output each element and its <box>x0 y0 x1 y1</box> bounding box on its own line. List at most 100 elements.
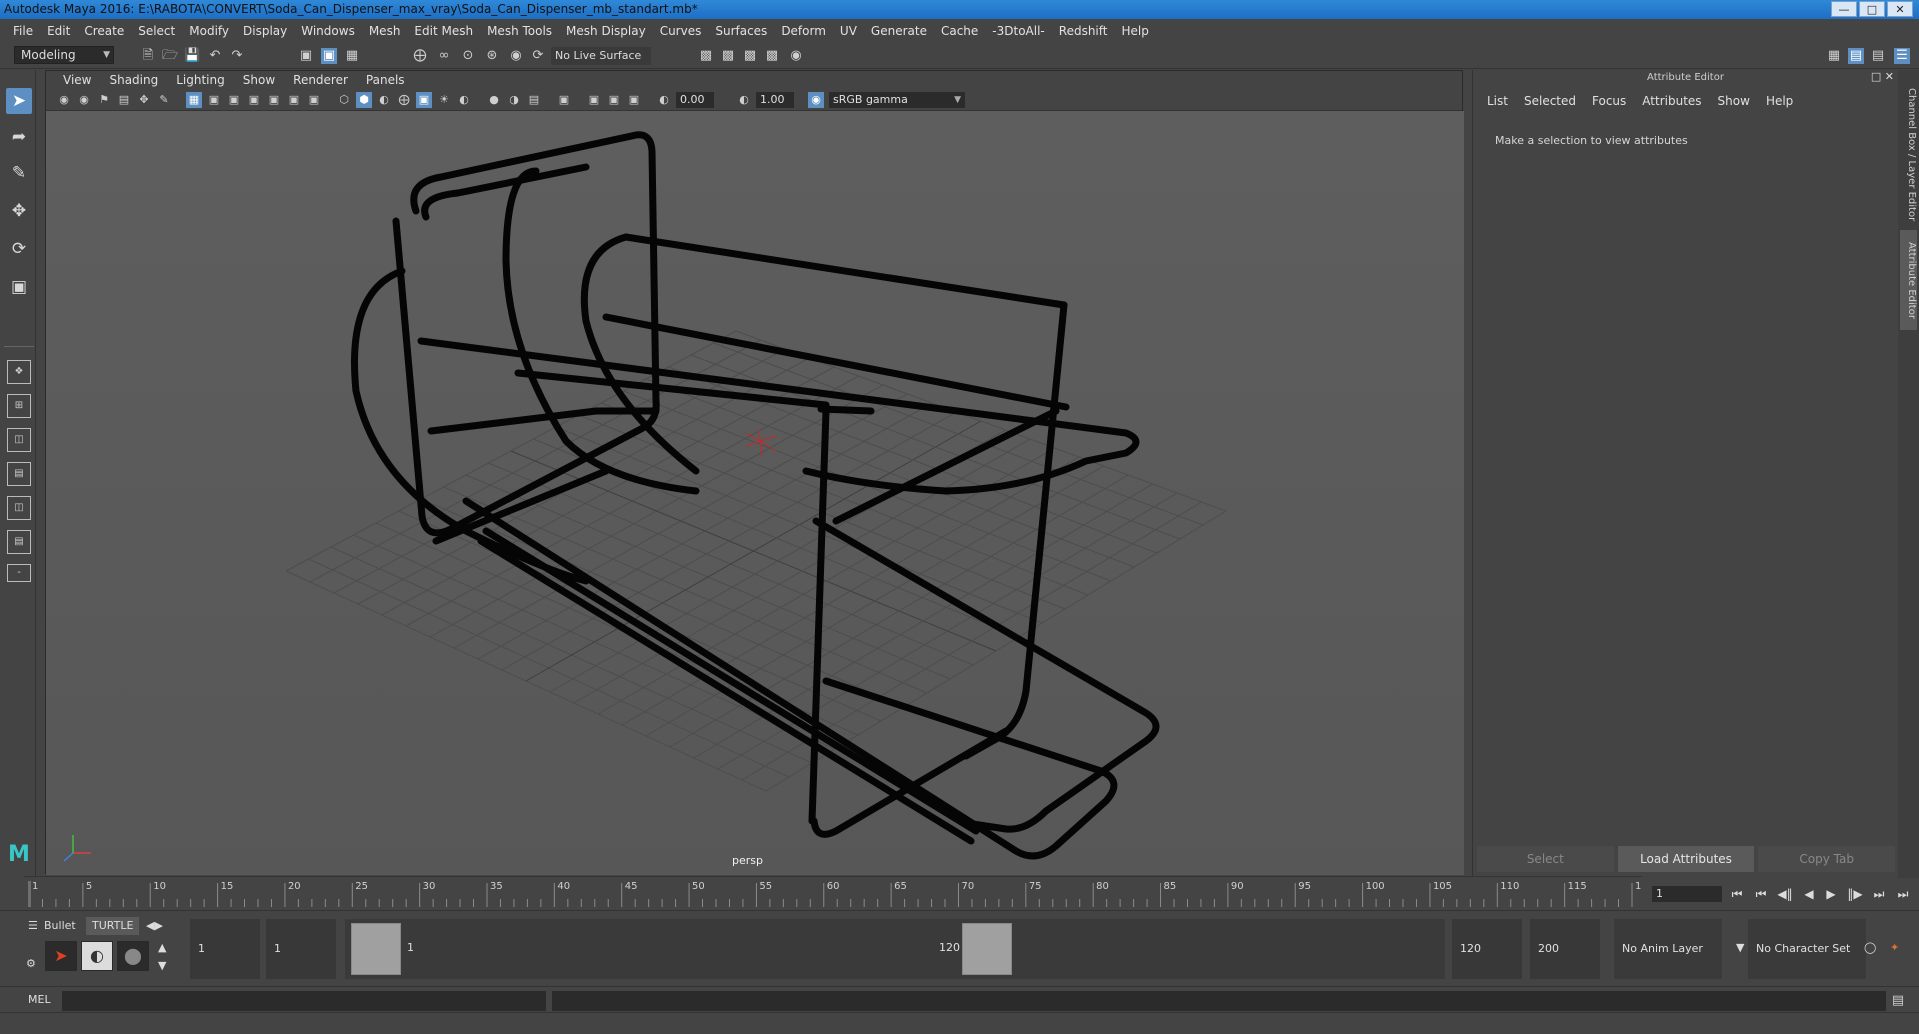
wireframe-icon[interactable]: ⬡ <box>336 92 352 108</box>
shelf-tab-bullet[interactable]: Bullet <box>38 917 82 935</box>
menu-edit[interactable]: Edit <box>40 24 77 38</box>
motion-blur-icon[interactable]: ◑ <box>506 92 522 108</box>
menu-surfaces[interactable]: Surfaces <box>708 24 774 38</box>
rotate-tool-icon[interactable]: ⟳ <box>6 236 32 262</box>
auto-key-icon[interactable]: ◯ <box>1858 939 1882 957</box>
render-settings-icon[interactable]: ▩ <box>698 48 714 64</box>
range-end-handle[interactable] <box>962 923 1012 975</box>
xray-joints-icon[interactable]: ▣ <box>586 92 602 108</box>
smooth-shade-icon[interactable]: ⬢ <box>356 92 372 108</box>
camera-attributes-icon[interactable]: ◉ <box>76 92 92 108</box>
panel-menu-panels[interactable]: Panels <box>357 73 414 87</box>
turtle-render-icon[interactable]: ➤ <box>45 941 77 971</box>
view-transform-dropdown[interactable]: sRGB gamma ▼ <box>829 92 965 108</box>
scale-tool-icon[interactable]: ▣ <box>6 274 32 300</box>
turtle-sphere-icon[interactable]: ⬤ <box>117 941 149 971</box>
menu-windows[interactable]: Windows <box>294 24 362 38</box>
menu-cache[interactable]: Cache <box>934 24 985 38</box>
exposure-field[interactable]: 0.00 <box>676 92 714 108</box>
ae-menu-focus[interactable]: Focus <box>1584 94 1634 108</box>
camera-select-icon[interactable]: ◉ <box>56 92 72 108</box>
single-perspective-layout-icon[interactable]: ❖ <box>7 360 31 384</box>
shadows-icon[interactable]: ◐ <box>456 92 472 108</box>
step-back-key-icon[interactable]: ⏮ <box>1752 886 1770 902</box>
gamma-icon[interactable]: ◐ <box>736 92 752 108</box>
menu-curves[interactable]: Curves <box>653 24 709 38</box>
go-to-end-icon[interactable]: ⏭ <box>1894 886 1912 902</box>
isolate-select-icon[interactable]: ▣ <box>556 92 572 108</box>
playback-end-field[interactable]: 120 <box>1452 919 1522 979</box>
persp-outliner-layout-icon[interactable]: ◫ <box>7 428 31 452</box>
safe-title-icon[interactable]: ▣ <box>306 92 322 108</box>
image-plane-icon[interactable]: ▤ <box>116 92 132 108</box>
backface-culling-icon[interactable]: ▣ <box>626 92 642 108</box>
use-all-lights-icon[interactable]: ☀ <box>436 92 452 108</box>
hypershade-layout-icon[interactable]: ▤ <box>7 530 31 554</box>
snap-curve-icon[interactable]: ∞ <box>436 48 452 64</box>
redo-icon[interactable]: ↷ <box>229 48 245 64</box>
tab-channel-box[interactable]: Channel Box / Layer Editor <box>1900 80 1917 230</box>
gamma-field[interactable]: 1.00 <box>756 92 794 108</box>
attribute-editor-toggle-icon[interactable]: ▤ <box>1848 48 1864 64</box>
menu-set-dropdown[interactable]: Modeling ▼ <box>14 46 114 64</box>
viewport-panel[interactable]: View Shading Lighting Show Renderer Pane… <box>45 70 1464 875</box>
minimize-icon[interactable]: — <box>1831 1 1857 17</box>
close-icon[interactable]: ✕ <box>1887 1 1913 17</box>
range-start-handle[interactable] <box>351 923 401 975</box>
panel-menu-lighting[interactable]: Lighting <box>167 73 234 87</box>
panel-menu-view[interactable]: View <box>54 73 100 87</box>
select-hierarchy-icon[interactable]: ▣ <box>298 48 314 64</box>
menu-generate[interactable]: Generate <box>864 24 934 38</box>
menu-help[interactable]: Help <box>1114 24 1155 38</box>
lasso-tool-icon[interactable]: ➦ <box>6 124 32 150</box>
copy-tab-button[interactable]: Copy Tab <box>1758 846 1896 872</box>
screen-space-ao-icon[interactable]: ● <box>486 92 502 108</box>
modeling-toolkit-icon[interactable]: ▦ <box>1826 48 1842 64</box>
menu-mesh-tools[interactable]: Mesh Tools <box>480 24 559 38</box>
outliner-persp-layout-icon[interactable]: ◫ <box>7 496 31 520</box>
menu-3dtoall[interactable]: -3DtoAll- <box>985 24 1051 38</box>
live-surface-field[interactable]: No Live Surface <box>551 47 651 65</box>
collapse-layout-icon[interactable]: - <box>7 564 31 582</box>
animation-end-field[interactable]: 200 <box>1530 919 1600 979</box>
select-component-icon[interactable]: ▦ <box>344 48 360 64</box>
move-tool-icon[interactable]: ✥ <box>6 198 32 224</box>
textured-icon[interactable]: ⨁ <box>396 92 412 108</box>
shelf-tab-arrows-icon[interactable]: ◀▶ <box>140 917 169 935</box>
new-scene-icon[interactable]: 🗎 <box>140 48 156 64</box>
command-language-label[interactable]: MEL <box>28 993 51 1006</box>
shelf-tab-turtle[interactable]: TURTLE <box>86 917 140 935</box>
menu-mesh-display[interactable]: Mesh Display <box>559 24 653 38</box>
play-backwards-icon[interactable]: ◀ <box>1800 886 1818 902</box>
menu-create[interactable]: Create <box>77 24 131 38</box>
ae-menu-list[interactable]: List <box>1479 94 1516 108</box>
ae-menu-attributes[interactable]: Attributes <box>1634 94 1709 108</box>
exposure-icon[interactable]: ◐ <box>656 92 672 108</box>
shelf-scroll-up-icon[interactable]: ▲ <box>152 939 172 957</box>
scene-view[interactable] <box>46 111 1464 875</box>
time-slider[interactable]: 1 5 10 15 20 25 30 35 40 45 50 55 60 65 70 75 80 85 90 95 10… <box>24 876 1642 908</box>
menu-select[interactable]: Select <box>131 24 182 38</box>
grease-pencil-icon[interactable]: ✎ <box>156 92 172 108</box>
undo-icon[interactable]: ↶ <box>207 48 223 64</box>
grid-toggle-icon[interactable]: ▦ <box>186 92 202 108</box>
select-object-icon[interactable]: ▣ <box>321 48 337 64</box>
gate-mask-icon[interactable]: ▣ <box>246 92 262 108</box>
animation-preferences-icon[interactable]: ✦ <box>1884 939 1905 957</box>
panel-menu-shading[interactable]: Shading <box>100 73 167 87</box>
animation-start-field[interactable]: 1 <box>190 919 260 979</box>
save-scene-icon[interactable]: 💾 <box>184 48 200 64</box>
four-view-layout-icon[interactable]: ⊞ <box>7 394 31 418</box>
ae-menu-help[interactable]: Help <box>1758 94 1801 108</box>
bookmark-icon[interactable]: ⚑ <box>96 92 112 108</box>
load-attributes-button[interactable]: Load Attributes <box>1617 846 1755 872</box>
render-view-icon[interactable]: ▩ <box>764 48 780 64</box>
resolution-gate-icon[interactable]: ▣ <box>226 92 242 108</box>
play-forwards-icon[interactable]: ▶ <box>1822 886 1840 902</box>
menu-edit-mesh[interactable]: Edit Mesh <box>407 24 480 38</box>
step-forward-frame-icon[interactable]: ‖▶ <box>1846 886 1864 902</box>
make-live-icon[interactable]: ⟳ <box>530 48 546 64</box>
menu-redshift[interactable]: Redshift <box>1052 24 1115 38</box>
step-back-frame-icon[interactable]: ◀‖ <box>1776 886 1794 902</box>
menu-display[interactable]: Display <box>236 24 294 38</box>
